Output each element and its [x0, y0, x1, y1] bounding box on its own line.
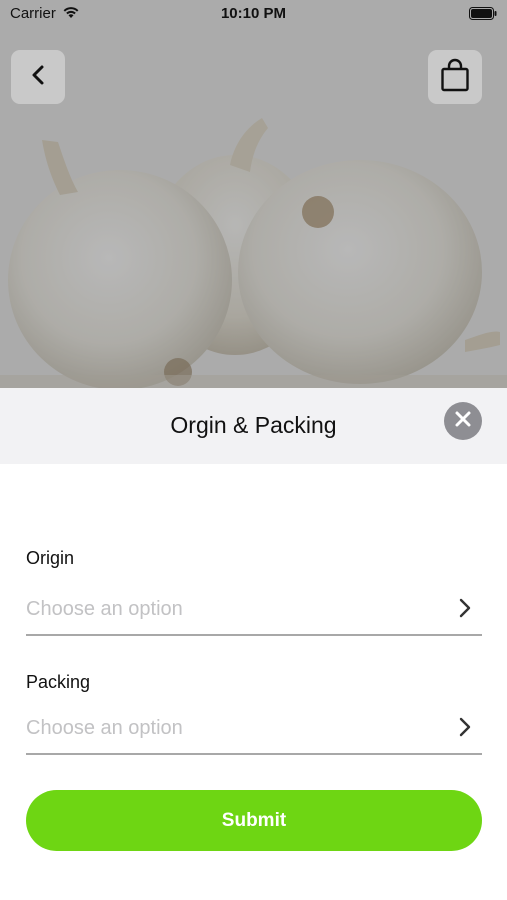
packing-placeholder: Choose an option	[26, 717, 183, 739]
packing-select[interactable]: Choose an option	[26, 707, 482, 755]
origin-label: Origin	[26, 548, 75, 568]
clock-label: 10:10 PM	[220, 5, 287, 22]
battery-icon	[469, 7, 497, 25]
sheet-header: Orgin & Packing	[0, 388, 507, 464]
back-button[interactable]	[11, 50, 65, 104]
chevron-right-icon	[458, 716, 472, 743]
close-icon	[454, 410, 472, 433]
product-options-screen: Carrier 10:10 PM Orgin & Packing Origin …	[0, 0, 507, 900]
sheet-body: Origin Choose an option Packing Choose a…	[0, 464, 507, 900]
sheet-title: Orgin & Packing	[170, 412, 337, 438]
close-button[interactable]	[444, 402, 482, 440]
origin-select[interactable]: Choose an option	[26, 588, 482, 636]
cart-button[interactable]	[428, 50, 482, 104]
chevron-right-icon	[458, 597, 472, 624]
shopping-bag-icon	[440, 58, 470, 97]
submit-button[interactable]: Submit	[26, 790, 482, 851]
packing-label: Packing	[26, 672, 91, 692]
status-bar: Carrier 10:10 PM	[0, 0, 507, 28]
origin-placeholder: Choose an option	[26, 598, 183, 620]
chevron-left-icon	[30, 64, 46, 91]
